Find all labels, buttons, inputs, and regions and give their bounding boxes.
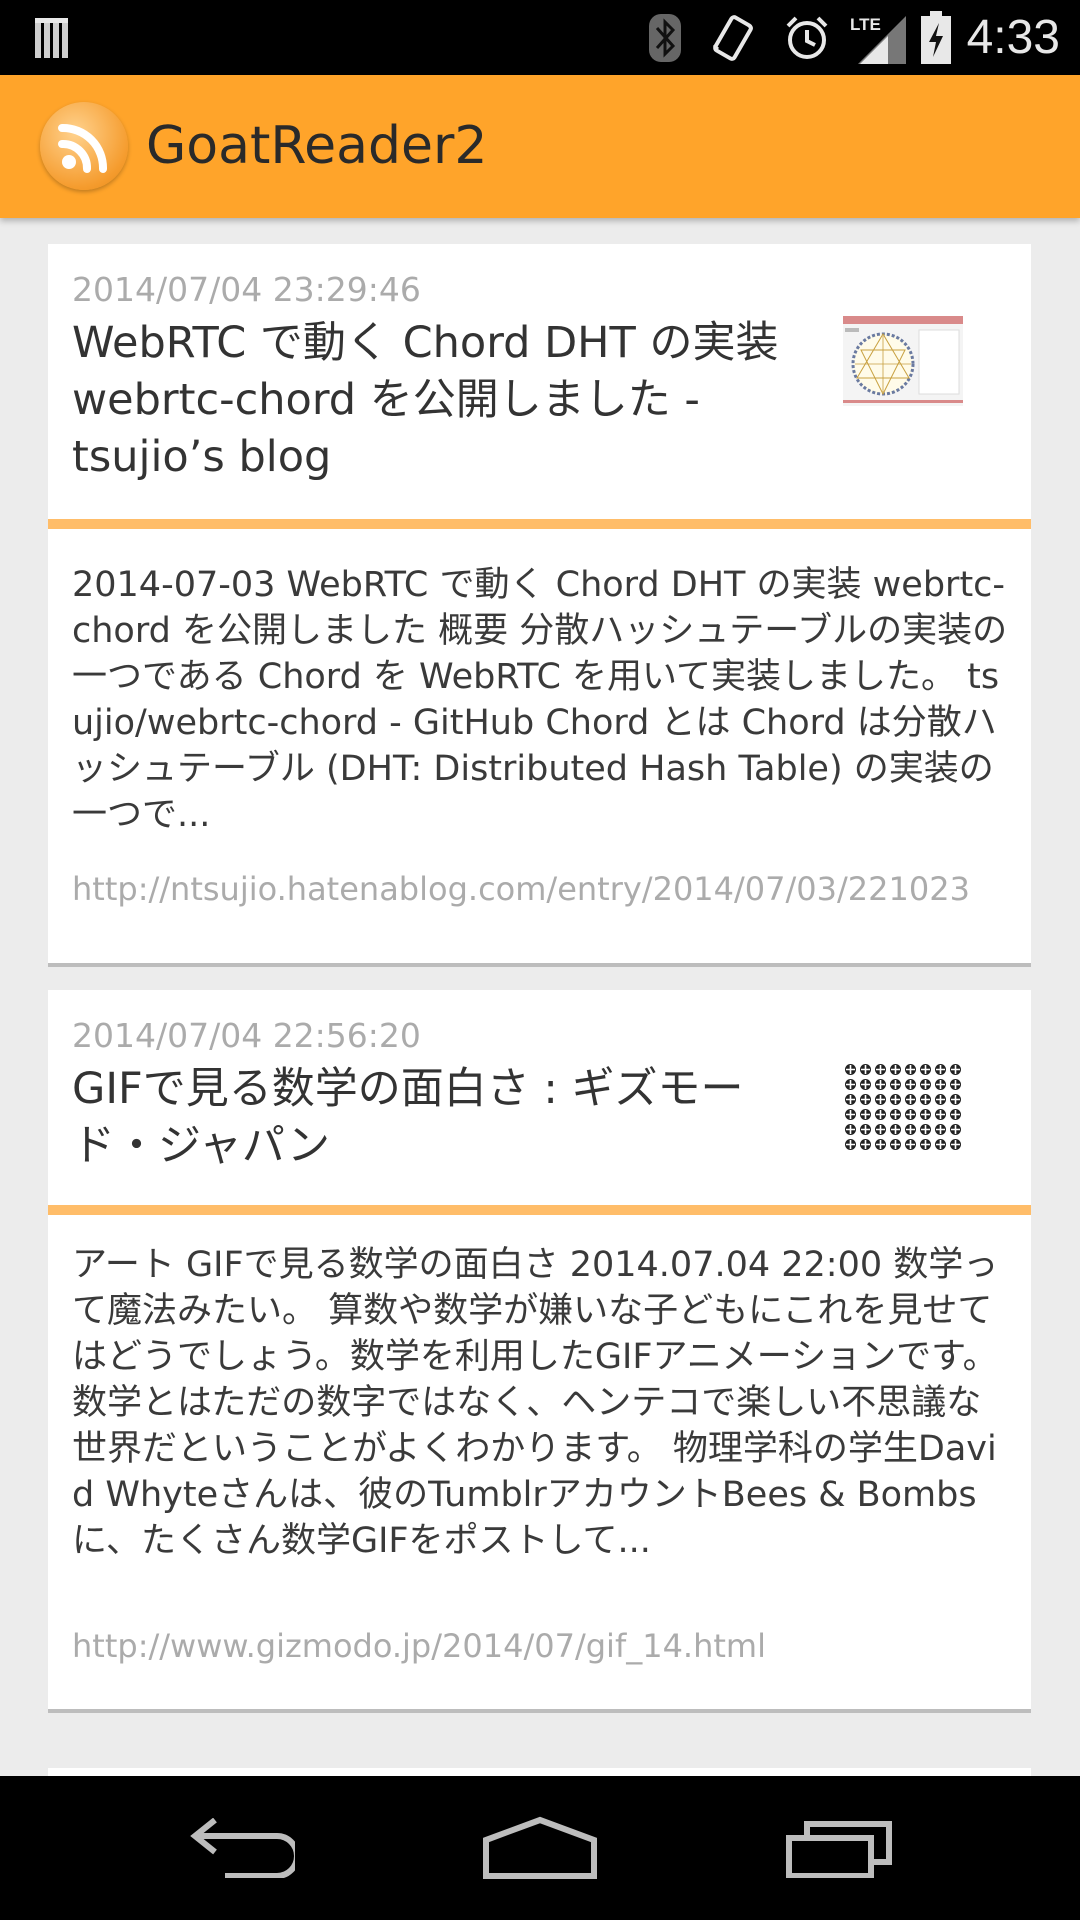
entry-title: WebRTC で動く Chord DHT の実装 webrtc-chord を公… — [72, 318, 779, 482]
entry-summary: アート GIFで見る数学の面白さ 2014.07.04 22:00 数学って魔法… — [72, 1245, 999, 1561]
network-label: LTE — [850, 15, 881, 34]
entry-title: GIFで見る数学の面白さ : ギズモード・ジャパン — [72, 1064, 744, 1171]
action-bar: GoatReader2 — [0, 75, 1080, 218]
math-pattern-gif-thumbnail — [843, 1062, 963, 1152]
entry-url[interactable]: http://ntsujio.hatenablog.com/entry/2014… — [72, 869, 970, 909]
entry-date: 2014/07/04 22:56:20 — [72, 1016, 421, 1055]
rss-icon[interactable] — [40, 102, 128, 190]
notification-bars-icon — [34, 0, 74, 75]
entry-url[interactable]: http://www.gizmodo.jp/2014/07/gif_14.htm… — [72, 1626, 766, 1666]
feed-list[interactable]: 2014/07/04 23:29:46 WebRTC で動く Chord DHT… — [0, 218, 1080, 1776]
lte-signal-icon: LTE — [848, 0, 908, 75]
feed-entry[interactable] — [48, 1768, 1031, 1776]
home-icon[interactable] — [460, 1798, 620, 1898]
entry-date: 2014/07/04 23:29:46 — [72, 270, 421, 309]
recent-apps-icon[interactable] — [760, 1798, 920, 1898]
app-title: GoatReader2 — [146, 116, 488, 176]
status-bar: LTE 4:33 — [0, 0, 1080, 75]
back-icon[interactable] — [160, 1798, 320, 1898]
entry-header[interactable]: 2014/07/04 23:29:46 WebRTC で動く Chord DHT… — [48, 244, 1031, 529]
feed-entry[interactable]: 2014/07/04 22:56:20 GIFで見る数学の面白さ : ギズモード… — [48, 990, 1031, 1713]
alarm-icon — [780, 0, 834, 75]
entry-body[interactable]: アート GIFで見る数学の面白さ 2014.07.04 22:00 数学って魔法… — [48, 1215, 1031, 1705]
status-time: 4:33 — [966, 11, 1060, 64]
battery-charging-icon — [916, 0, 956, 75]
navigation-bar — [0, 1776, 1080, 1920]
entry-body[interactable]: 2014-07-03 WebRTC で動く Chord DHT の実装 webr… — [48, 529, 1031, 959]
feed-entry[interactable]: 2014/07/04 23:29:46 WebRTC で動く Chord DHT… — [48, 244, 1031, 967]
chord-ring-diagram-thumbnail — [843, 316, 963, 406]
bluetooth-icon — [640, 0, 690, 75]
entry-summary: 2014-07-03 WebRTC で動く Chord DHT の実装 webr… — [72, 565, 1008, 835]
entry-header[interactable]: 2014/07/04 22:56:20 GIFで見る数学の面白さ : ギズモード… — [48, 990, 1031, 1215]
entry-thumbnail[interactable] — [843, 1062, 963, 1152]
screen: LTE 4:33 GoatReader2 2014/07/04 23:29:46… — [0, 0, 1080, 1920]
entry-thumbnail[interactable] — [843, 316, 963, 406]
vibrate-icon — [708, 0, 758, 75]
